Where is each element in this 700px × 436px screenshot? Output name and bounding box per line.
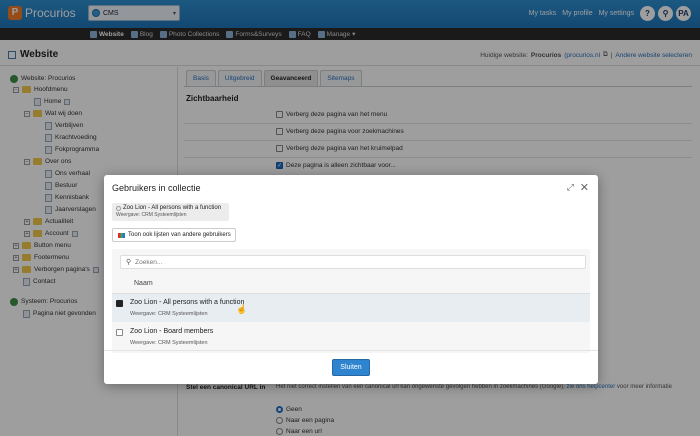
collection-list-panel: ⚲ Naam Zoo Lion - All persons with a fun… — [112, 249, 590, 353]
row-checkbox[interactable] — [116, 329, 123, 336]
hand-cursor-icon: ☝ — [236, 304, 248, 314]
show-other-users-label: Toon ook lijsten van andere gebruikers — [128, 232, 231, 238]
users-in-collection-modal: Gebruikers in collectie ⤢ ✕ Zoo Lion - A… — [104, 175, 598, 384]
list-icon — [118, 232, 125, 238]
search-box[interactable]: ⚲ — [120, 255, 586, 269]
expand-icon[interactable]: ⤢ — [567, 182, 574, 193]
close-icon[interactable]: ✕ — [580, 181, 589, 194]
row-checkbox[interactable] — [116, 300, 123, 307]
collection-tag-sub: Weergave: CRM Systeemlijsten — [116, 212, 187, 218]
list-item[interactable]: Zoo Lion - All persons with a function W… — [112, 294, 590, 322]
collection-tag-name: Zoo Lion - All persons with a function — [123, 205, 222, 211]
show-other-users-lists-button[interactable]: Toon ook lijsten van andere gebruikers — [112, 228, 236, 242]
modal-footer-divider — [104, 350, 598, 351]
modal-title: Gebruikers in collectie — [112, 183, 201, 193]
list-item-name: Zoo Lion - Board members — [130, 328, 214, 335]
list-item-sub: Weergave: CRM Systeemlijsten — [130, 311, 208, 317]
list-item-name: Zoo Lion - All persons with a function — [130, 299, 245, 306]
collection-tag: Zoo Lion - All persons with a function W… — [112, 203, 229, 221]
column-header-naam[interactable]: Naam — [134, 280, 153, 287]
list-item[interactable]: Zoo Lion - Board members Weergave: CRM S… — [112, 323, 590, 351]
radio-circle-icon — [116, 205, 121, 211]
sluiten-button[interactable]: Sluiten — [332, 359, 370, 376]
search-input[interactable] — [135, 258, 556, 266]
list-item-sub: Weergave: CRM Systeemlijsten — [130, 340, 208, 346]
search-icon: ⚲ — [126, 259, 132, 266]
